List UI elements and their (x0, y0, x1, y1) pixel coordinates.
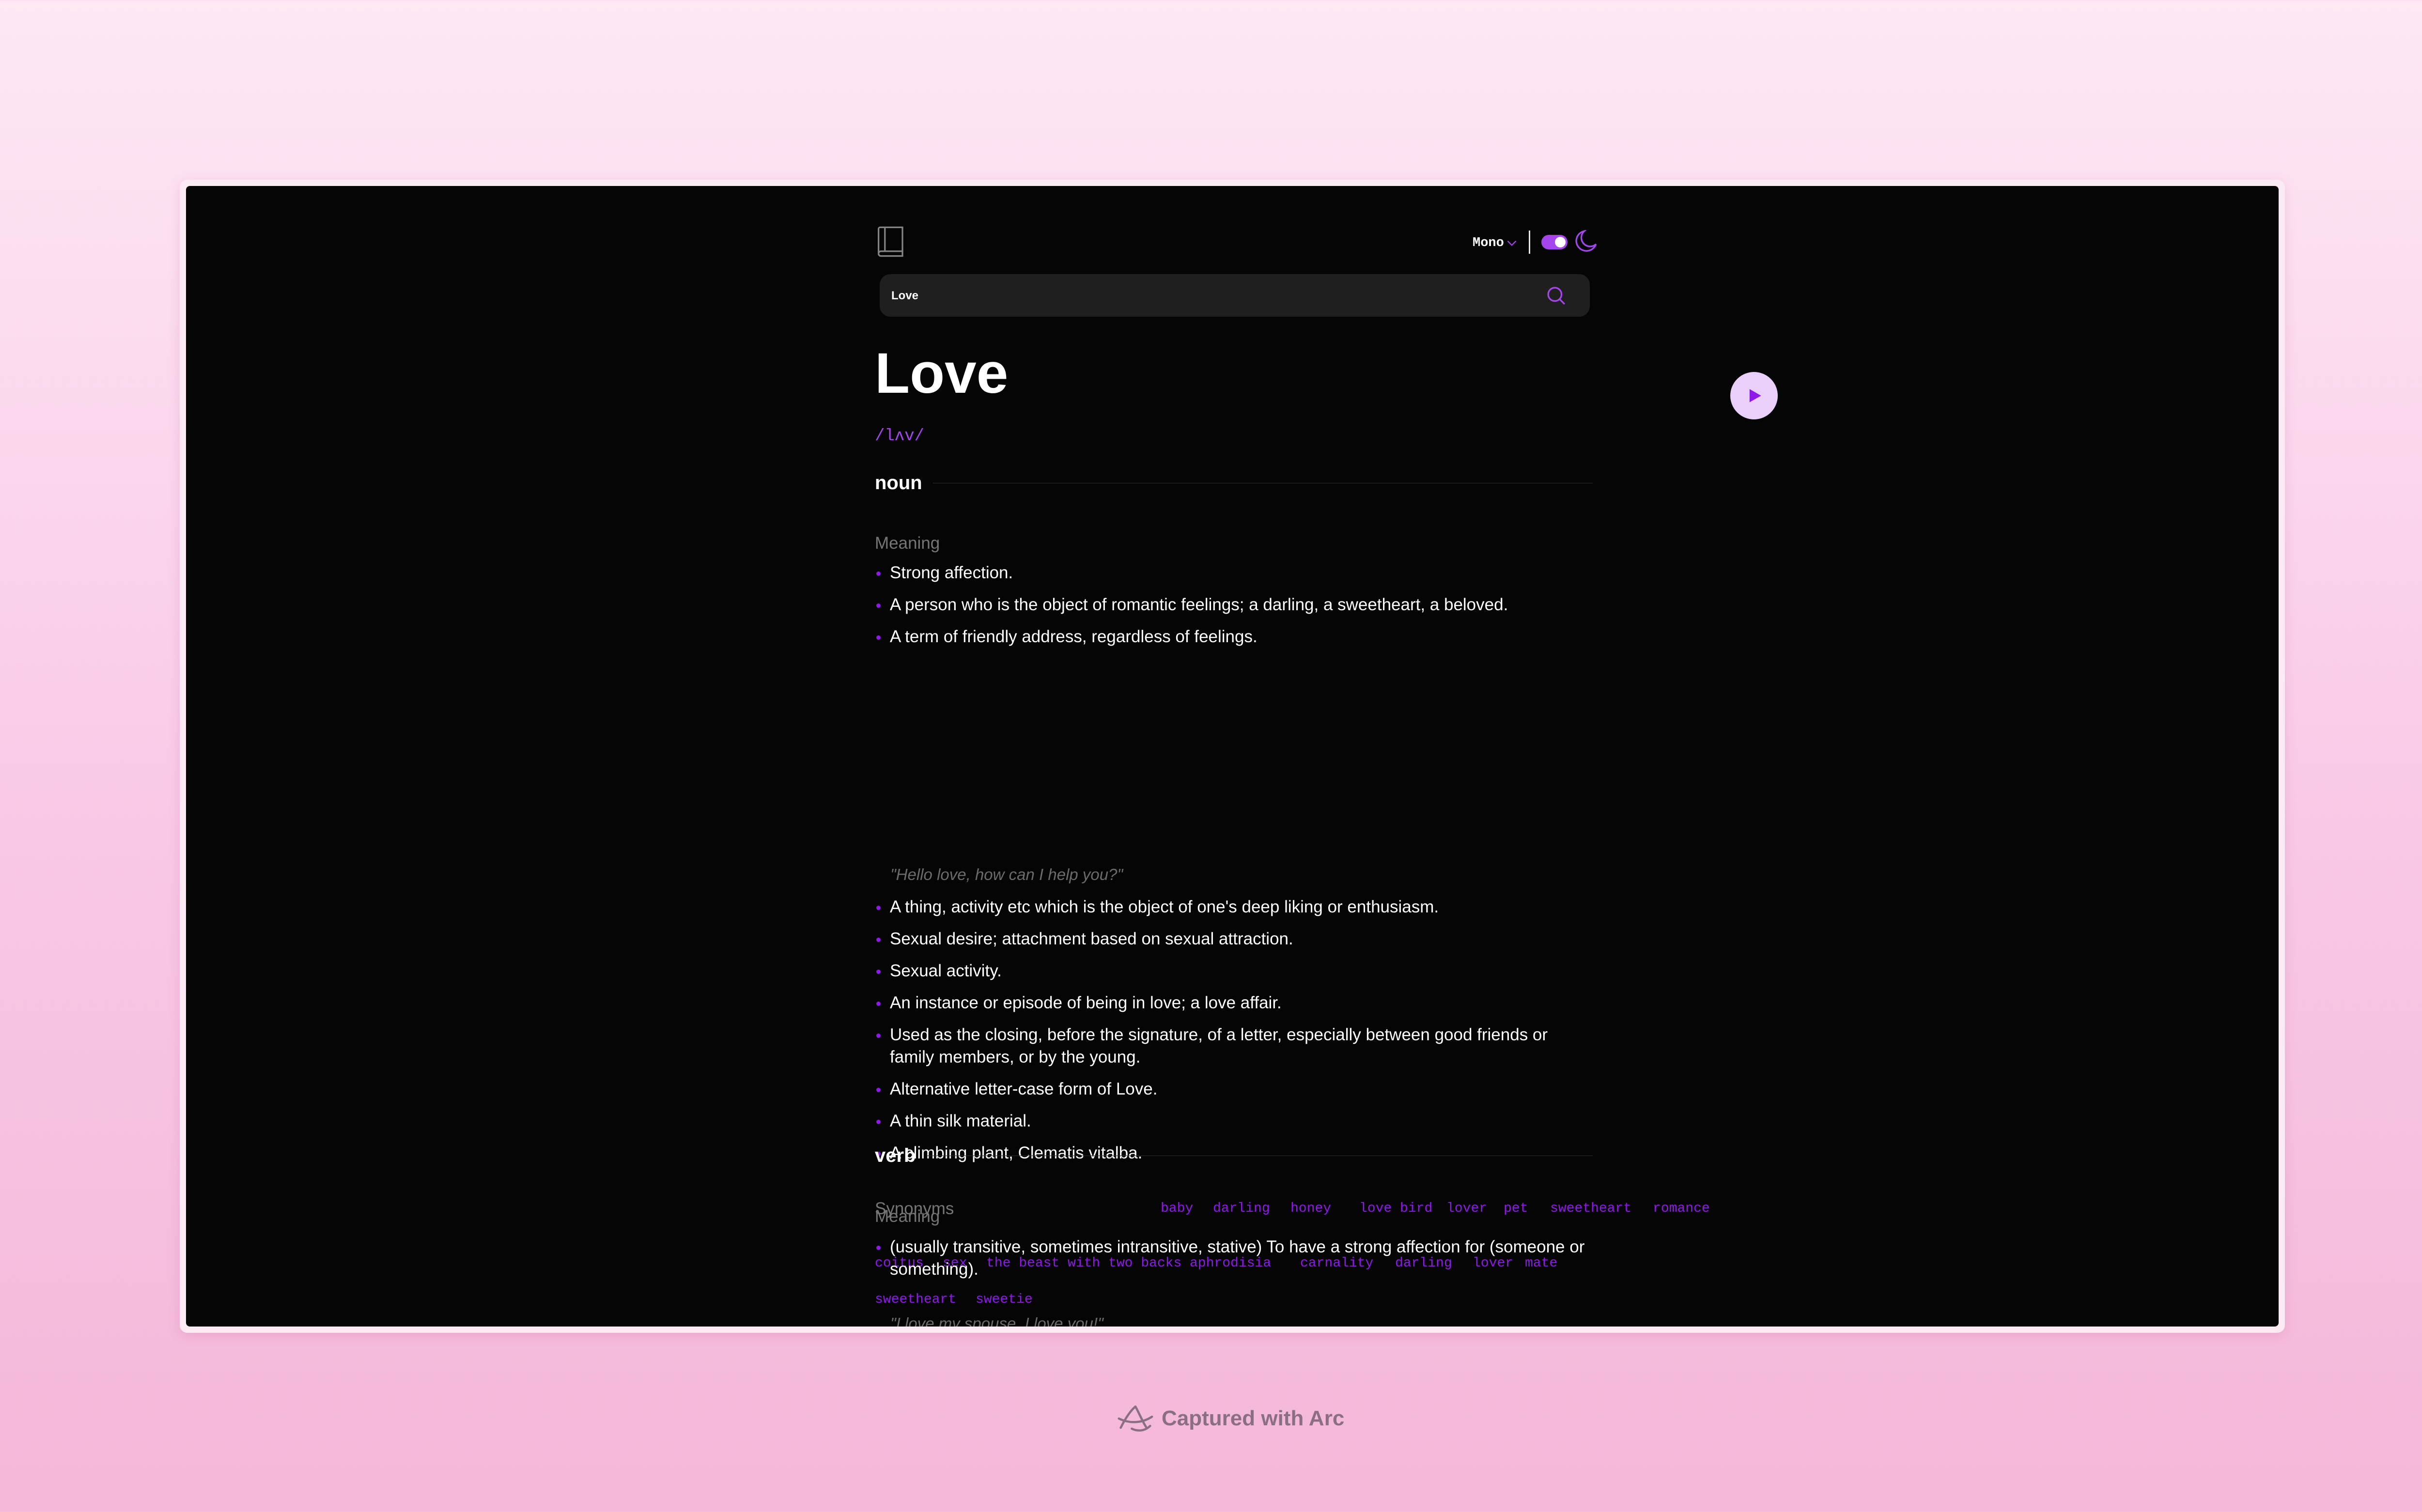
verb-section: verb (874, 186, 1604, 1327)
arc-logo-icon (1118, 1405, 1153, 1432)
part-of-speech-verb: verb (875, 1141, 1593, 1170)
arc-caption-text: Captured with Arc (1162, 1406, 1345, 1430)
arc-caption: Captured with Arc (1117, 1404, 1344, 1434)
pos-label: verb (875, 1144, 916, 1166)
verb-layer: verb (186, 186, 2279, 1327)
